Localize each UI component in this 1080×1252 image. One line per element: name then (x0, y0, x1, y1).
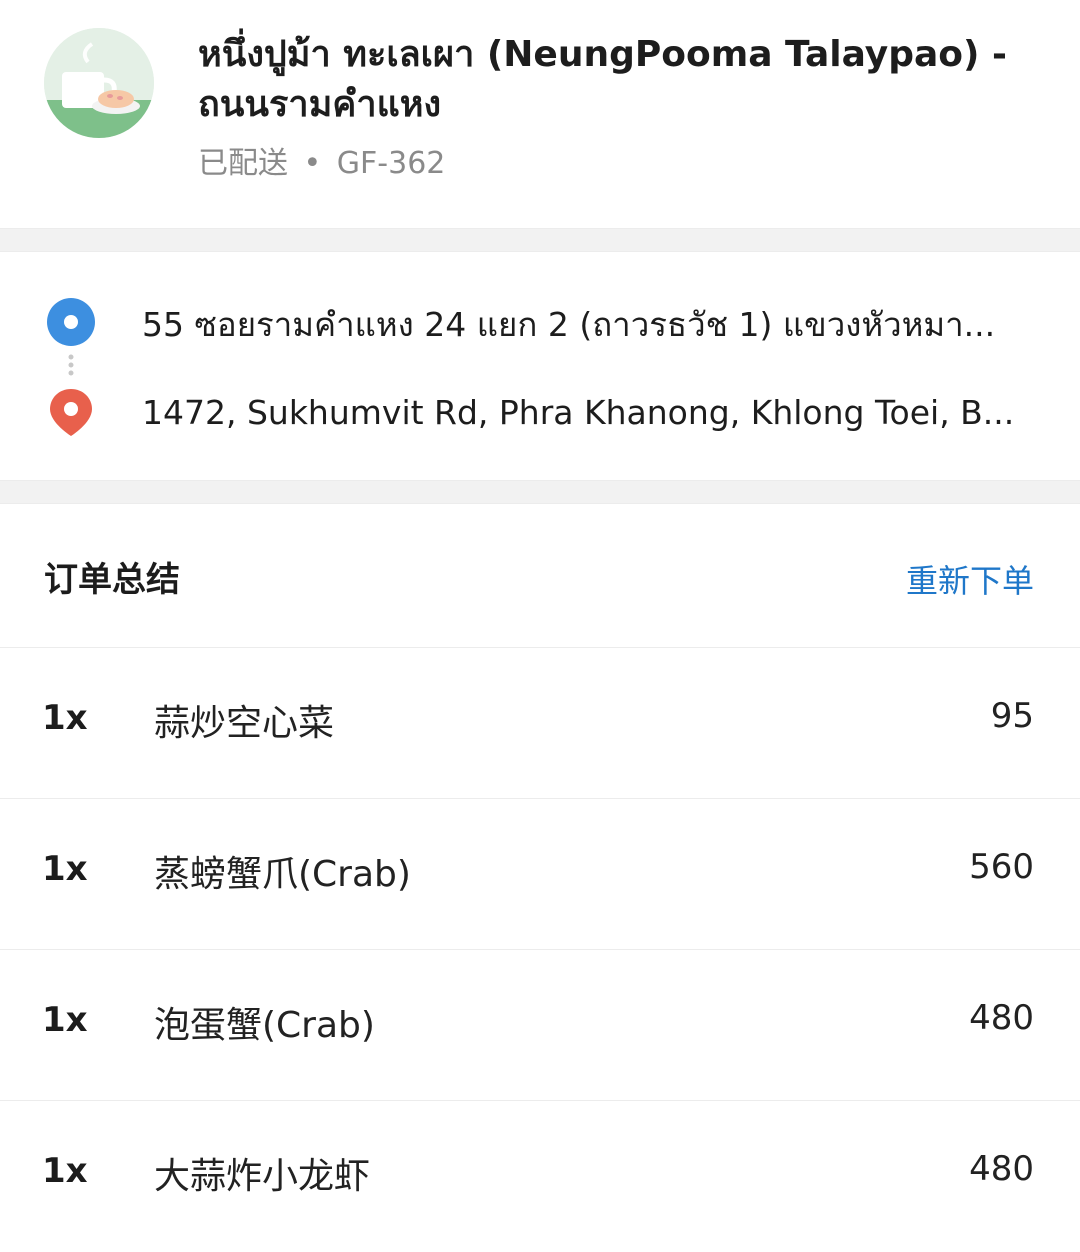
item-price: 95 (990, 696, 1034, 736)
item-quantity: 1x (42, 1151, 88, 1191)
summary-title: 订单总结 (44, 560, 180, 600)
reorder-button[interactable]: 重新下单 (906, 556, 1034, 602)
order-status: 已配送 (198, 146, 288, 181)
restaurant-logo (44, 28, 154, 138)
order-item: 1x 蒸螃蟹爪(Crab) 560 (0, 799, 1080, 950)
origin-address: 55 ซอยรามคำแหง 24 แยก 2 (ถาวรธวัช 1) แขว… (142, 305, 996, 344)
item-quantity: 1x (42, 698, 88, 738)
item-price: 560 (969, 847, 1034, 887)
item-price: 480 (969, 1149, 1034, 1189)
item-name: 蒸螃蟹爪(Crab) (154, 854, 411, 895)
item-name: 泡蛋蟹(Crab) (154, 1005, 375, 1046)
route-connector-dots (68, 354, 74, 376)
restaurant-header: หนึ่งปูม้า ทะเลเผา (NeungPooma Talaypao)… (0, 0, 1080, 228)
order-code: GF-362 (336, 146, 446, 181)
item-quantity: 1x (42, 1000, 88, 1040)
order-item: 1x 泡蛋蟹(Crab) 480 (0, 950, 1080, 1101)
item-price: 480 (969, 998, 1034, 1038)
order-item: 1x 大蒜炸小龙虾 480 (0, 1101, 1080, 1252)
order-status-line: 已配送 • GF-362 (198, 142, 445, 186)
coffee-cup-logo-icon (44, 28, 154, 138)
item-quantity: 1x (42, 849, 88, 889)
delivery-route (0, 252, 1080, 480)
origin-dot-icon (47, 298, 95, 346)
map-pin-icon (50, 389, 92, 436)
restaurant-name: หนึ่งปูม้า ทะเลเผา (NeungPooma Talaypao)… (198, 34, 1007, 125)
route-markers (47, 298, 95, 436)
section-divider (0, 480, 1080, 504)
section-divider (0, 228, 1080, 252)
item-name: 蒜炒空心菜 (154, 703, 335, 744)
destination-address: 1472, Sukhumvit Rd, Phra Khanong, Khlong… (142, 393, 1015, 432)
item-name: 大蒜炸小龙虾 (154, 1156, 371, 1197)
status-separator: • (303, 146, 322, 181)
order-item: 1x 蒜炒空心菜 95 (0, 648, 1080, 799)
